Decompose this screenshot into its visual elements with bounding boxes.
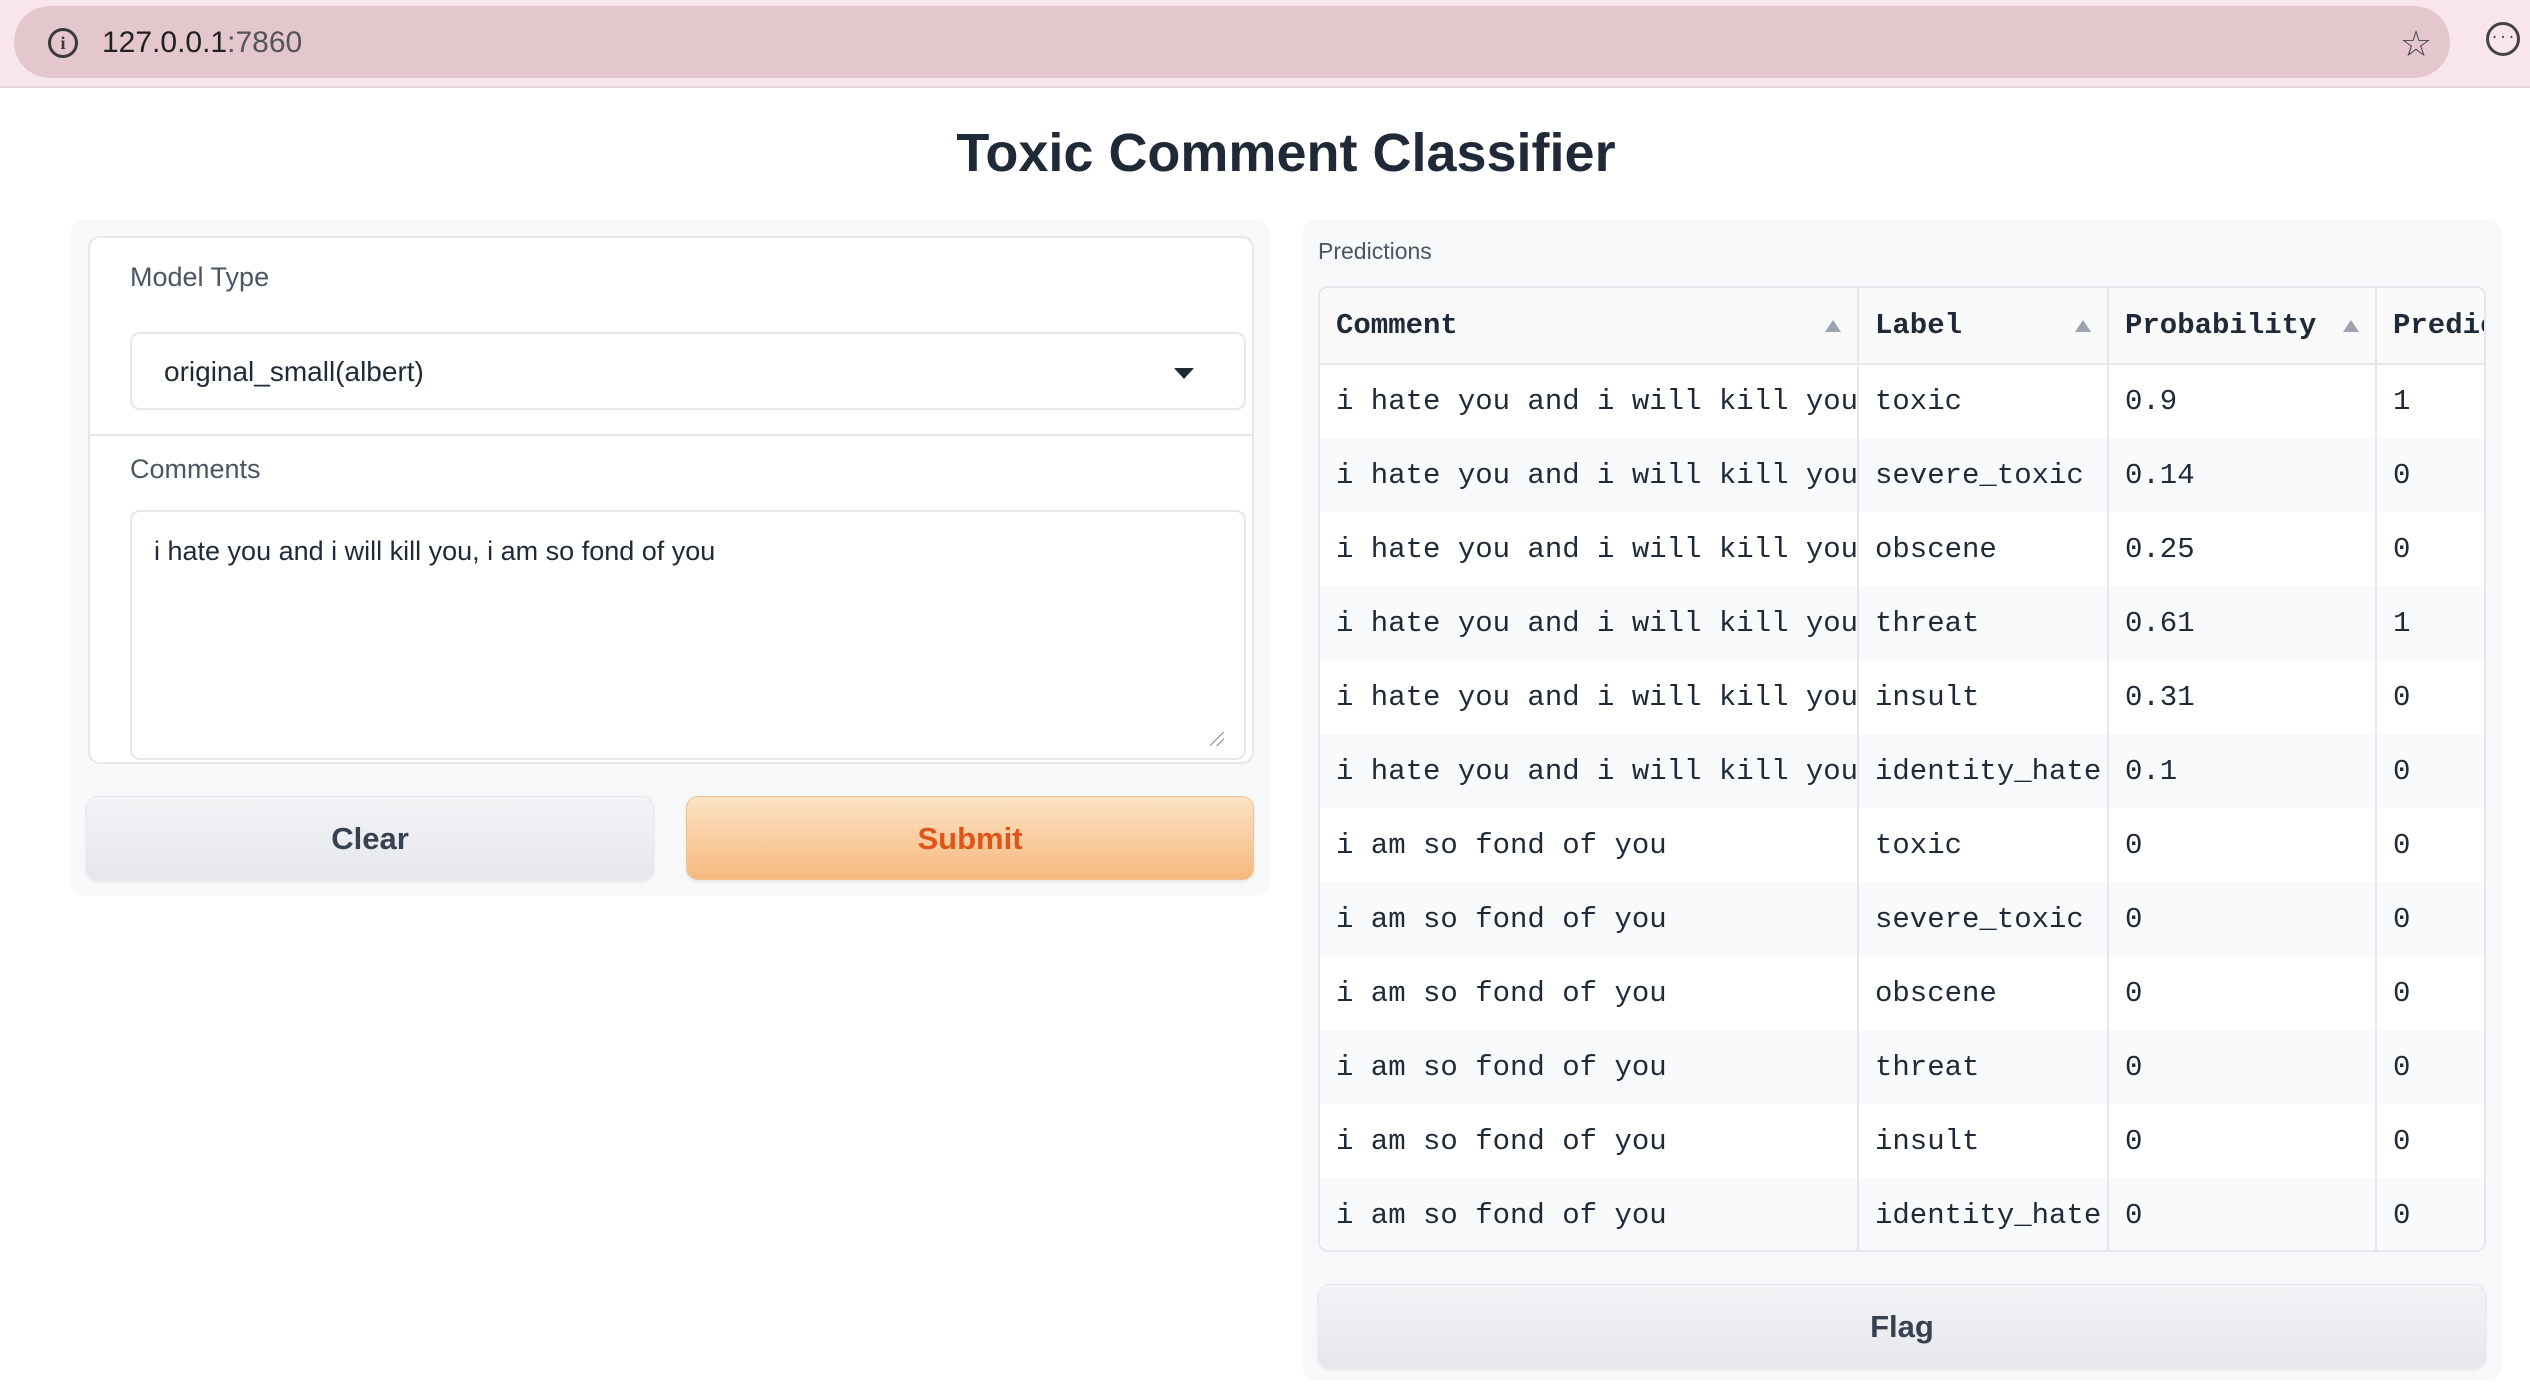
cell-comment[interactable]: i hate you and i will kill you [1320, 512, 1859, 586]
cell-prediction[interactable]: 0 [2376, 660, 2484, 734]
flag-button[interactable]: Flag [1318, 1284, 2486, 1368]
table-row: i am so fond of you severe_toxic 0 0 [1320, 882, 2484, 956]
cell-probability[interactable]: 0 [2108, 956, 2377, 1030]
cell-probability[interactable]: 0.31 [2108, 660, 2377, 734]
cell-comment[interactable]: i am so fond of you [1320, 1178, 1859, 1250]
cell-comment[interactable]: i hate you and i will kill you [1320, 364, 1859, 438]
url-text[interactable]: 127.0.0.1:7860 [102, 26, 302, 60]
cell-comment[interactable]: i am so fond of you [1320, 882, 1859, 956]
cell-probability[interactable]: 0 [2108, 1030, 2377, 1104]
cell-label[interactable]: severe_toxic [1858, 438, 2109, 512]
column-header-label[interactable]: Label [1858, 288, 2109, 365]
cell-label[interactable]: obscene [1858, 512, 2109, 586]
cell-label[interactable]: threat [1858, 1030, 2109, 1104]
column-header-label: Probability [2125, 309, 2317, 342]
table-row: i hate you and i will kill you severe_tox… [1320, 438, 2484, 512]
cell-prediction[interactable]: 0 [2376, 1178, 2484, 1250]
column-header-prediction[interactable]: Predic [2376, 288, 2484, 365]
cell-probability[interactable]: 0 [2108, 1178, 2377, 1250]
cell-comment[interactable]: i hate you and i will kill you [1320, 660, 1859, 734]
page-title: Toxic Comment Classifier [956, 123, 1616, 183]
address-bar[interactable]: i 127.0.0.1:7860 ☆ [14, 6, 2450, 78]
star-icon[interactable]: ☆ [2396, 24, 2436, 64]
submit-button[interactable]: Submit [686, 796, 1254, 880]
cell-comment[interactable]: i am so fond of you [1320, 956, 1859, 1030]
input-panel: Model Type original_small(albert) Commen… [70, 220, 1270, 896]
divider [90, 434, 1252, 436]
cell-probability[interactable]: 0.61 [2108, 586, 2377, 660]
cell-comment[interactable]: i am so fond of you [1320, 1104, 1859, 1178]
table-row: i hate you and i will kill you toxic 0.9 1 [1320, 364, 2484, 438]
cell-label[interactable]: identity_hate [1858, 734, 2109, 808]
cell-label[interactable]: toxic [1858, 808, 2109, 882]
cell-prediction[interactable]: 0 [2376, 808, 2484, 882]
cell-prediction[interactable]: 0 [2376, 438, 2484, 512]
resize-handle-icon[interactable] [1210, 732, 1224, 746]
model-type-label: Model Type [130, 262, 270, 292]
cell-prediction[interactable]: 0 [2376, 1104, 2484, 1178]
cell-prediction[interactable]: 0 [2376, 1030, 2484, 1104]
chevron-down-icon[interactable] [1174, 368, 1194, 379]
info-icon[interactable]: i [48, 28, 78, 58]
cell-label[interactable]: toxic [1858, 364, 2109, 438]
cell-probability[interactable]: 0 [2108, 882, 2377, 956]
cell-probability[interactable]: 0.14 [2108, 438, 2377, 512]
table-row: i am so fond of you identity_hate 0 0 [1320, 1178, 2484, 1250]
sort-arrow-icon[interactable] [2075, 320, 2091, 332]
table-row: i am so fond of you toxic 0 0 [1320, 808, 2484, 882]
sort-arrow-icon[interactable] [2343, 320, 2359, 332]
predictions-table[interactable]: Comment Label Probability Predic i hate … [1318, 286, 2486, 1252]
cell-comment[interactable]: i hate you and i will kill you [1320, 586, 1859, 660]
table-row: i hate you and i will kill you obscene 0.2… [1320, 512, 2484, 586]
url-port: :7860 [227, 26, 303, 59]
table-row: i hate you and i will kill you threat 0.61… [1320, 586, 2484, 660]
cell-probability[interactable]: 0 [2108, 808, 2377, 882]
cell-comment[interactable]: i am so fond of you [1320, 1030, 1859, 1104]
table-row: i hate you and i will kill you insult 0.31… [1320, 660, 2484, 734]
url-host: 127.0.0.1 [102, 26, 228, 59]
cell-probability[interactable]: 0.25 [2108, 512, 2377, 586]
sort-arrow-icon[interactable] [1825, 320, 1841, 332]
model-type-dropdown[interactable]: original_small(albert) [130, 332, 1246, 410]
clear-button[interactable]: Clear [86, 796, 654, 880]
column-header-label: Label [1875, 309, 1963, 342]
cell-label[interactable]: severe_toxic [1858, 882, 2109, 956]
cell-label[interactable]: identity_hate [1858, 1178, 2109, 1250]
cell-label[interactable]: obscene [1858, 956, 2109, 1030]
table-row: i am so fond of you threat 0 0 [1320, 1030, 2484, 1104]
cell-label[interactable]: insult [1858, 660, 2109, 734]
cell-label[interactable]: threat [1858, 586, 2109, 660]
cell-prediction[interactable]: 0 [2376, 882, 2484, 956]
cell-probability[interactable]: 0.1 [2108, 734, 2377, 808]
column-header-label: Predic [2393, 309, 2484, 342]
table-row: i am so fond of you obscene 0 0 [1320, 956, 2484, 1030]
column-header-probability[interactable]: Probability [2108, 288, 2377, 365]
cell-probability[interactable]: 0.9 [2108, 364, 2377, 438]
cell-comment[interactable]: i hate you and i will kill you [1320, 438, 1859, 512]
cell-prediction[interactable]: 0 [2376, 734, 2484, 808]
comments-label: Comments [130, 454, 261, 484]
cell-probability[interactable]: 0 [2108, 1104, 2377, 1178]
cell-comment[interactable]: i hate you and i will kill you [1320, 734, 1859, 808]
table-row: i hate you and i will kill you identity_h… [1320, 734, 2484, 808]
model-type-value: original_small(albert) [164, 356, 424, 387]
column-header-label: Comment [1336, 309, 1458, 342]
cell-comment[interactable]: i am so fond of you [1320, 808, 1859, 882]
form-box: Model Type original_small(albert) Commen… [88, 236, 1254, 764]
cell-prediction[interactable]: 0 [2376, 956, 2484, 1030]
column-header-comment[interactable]: Comment [1320, 288, 1859, 365]
cell-prediction[interactable]: 1 [2376, 586, 2484, 660]
predictions-label: Predictions [1318, 238, 1432, 264]
cell-prediction[interactable]: 0 [2376, 512, 2484, 586]
extension-icon[interactable]: ··· [2486, 22, 2520, 56]
browser-toolbar: i 127.0.0.1:7860 ☆ ··· [0, 0, 2530, 88]
cell-label[interactable]: insult [1858, 1104, 2109, 1178]
output-panel: Predictions Comment Label Probability Pr… [1302, 220, 2502, 1380]
comments-textarea[interactable]: i hate you and i will kill you, i am so … [130, 510, 1246, 760]
table-row: i am so fond of you insult 0 0 [1320, 1104, 2484, 1178]
table-header-row: Comment Label Probability Predic [1320, 288, 2484, 365]
cell-prediction[interactable]: 1 [2376, 364, 2484, 438]
